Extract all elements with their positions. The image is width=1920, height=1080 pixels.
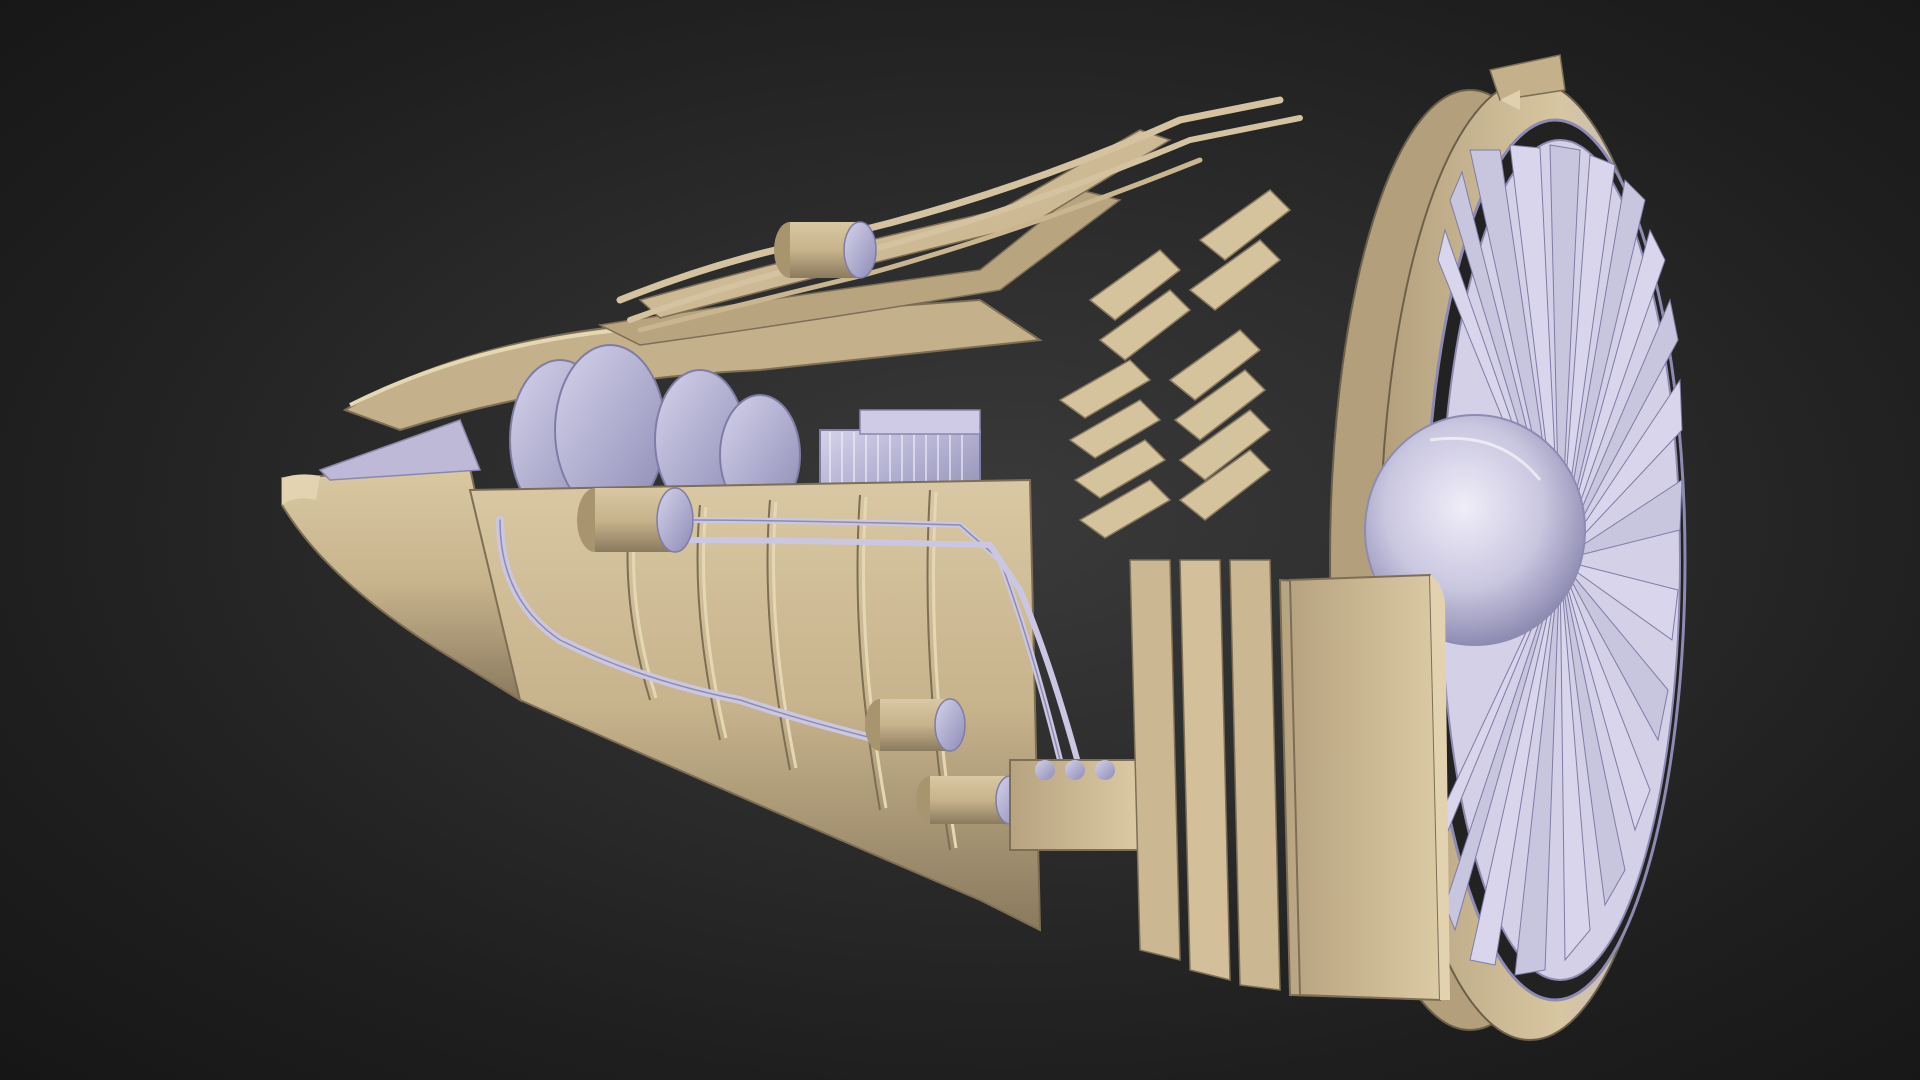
manifold-block: [1009, 759, 1141, 851]
upper-canister: [774, 221, 877, 279]
lower-canister-2: [916, 775, 1025, 825]
3d-viewport[interactable]: [0, 0, 1920, 1080]
lower-fan-cowl: [1288, 573, 1450, 1002]
core-canister: [577, 487, 694, 553]
engine-model[interactable]: [0, 0, 1920, 1080]
exhaust-nozzle: [281, 419, 522, 703]
lower-canister-1: [865, 698, 966, 752]
bypass-vanes: [1058, 189, 1292, 539]
